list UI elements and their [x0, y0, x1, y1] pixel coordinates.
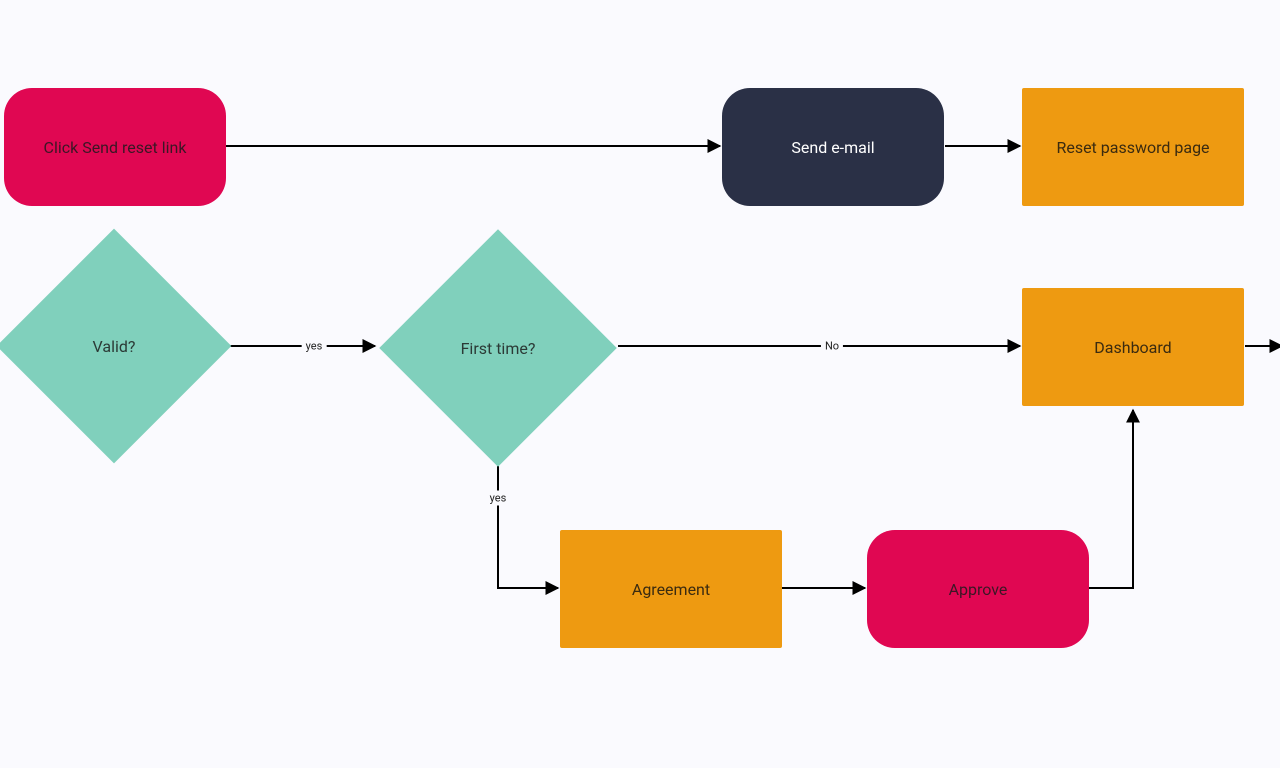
node-label: First time? — [378, 228, 618, 468]
node-agreement[interactable]: Agreement — [560, 530, 782, 648]
node-label: Valid? — [0, 228, 232, 464]
edge-first-to-agreement — [498, 466, 558, 588]
edge-label-first-yes: yes — [486, 491, 511, 506]
node-label: Reset password page — [1022, 88, 1244, 206]
edge-label-valid-yes: yes — [302, 339, 327, 354]
node-valid-decision[interactable]: Valid? — [0, 228, 232, 464]
node-label: Dashboard — [1022, 288, 1244, 406]
node-label: Send e-mail — [722, 88, 944, 206]
edge-approve-to-dashboard — [1088, 410, 1133, 588]
node-label: Approve — [867, 530, 1089, 648]
node-approve[interactable]: Approve — [867, 530, 1089, 648]
node-first-time-decision[interactable]: First time? — [378, 228, 618, 468]
edge-label-first-no: No — [821, 339, 843, 354]
node-send-email[interactable]: Send e-mail — [722, 88, 944, 206]
node-dashboard[interactable]: Dashboard — [1022, 288, 1244, 406]
node-reset-password-page[interactable]: Reset password page — [1022, 88, 1244, 206]
node-label: Click Send reset link — [4, 88, 226, 206]
flowchart-canvas[interactable]: yes No yes Click Send reset link Send e-… — [0, 0, 1280, 768]
node-click-send-reset[interactable]: Click Send reset link — [4, 88, 226, 206]
node-label: Agreement — [560, 530, 782, 648]
